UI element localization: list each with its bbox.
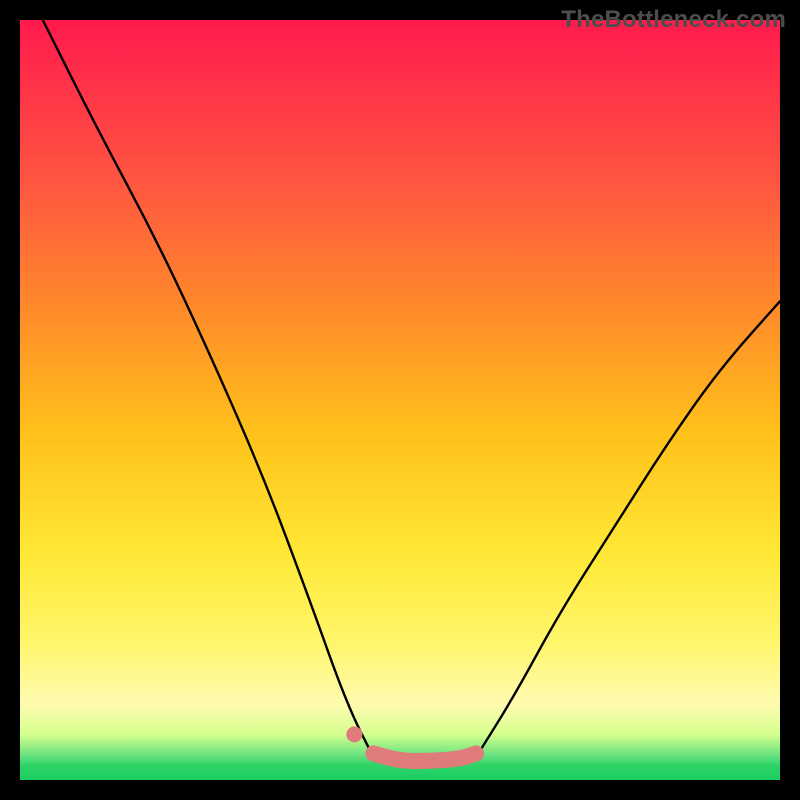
watermark-text: TheBottleneck.com	[561, 6, 786, 34]
curve-layer	[20, 20, 780, 780]
chart-frame: TheBottleneck.com	[0, 0, 800, 800]
left-branch-curve	[43, 20, 374, 757]
bottom-highlight-curve	[373, 753, 476, 761]
right-branch-curve	[476, 301, 780, 757]
plot-area	[20, 20, 780, 780]
link-dot-left	[346, 726, 362, 742]
